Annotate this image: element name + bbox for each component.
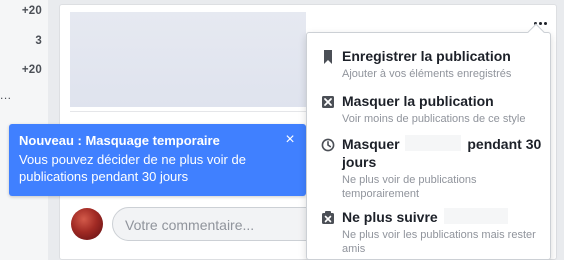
menu-item-unfollow[interactable]: Ne plus suivre Ne plus voir les publicat… xyxy=(307,208,550,258)
menu-item-description: Ne plus voir de publications temporairem… xyxy=(342,174,477,200)
menu-item-save-post[interactable]: Enregistrer la publication Ajouter à vos… xyxy=(307,47,550,83)
menu-item-title-start: Masquer xyxy=(342,136,400,152)
menu-item-description: Ajouter à vos éléments enregistrés xyxy=(342,68,512,80)
count-label: 3 xyxy=(35,35,42,47)
dot-icon xyxy=(543,21,547,25)
menu-item-title-start: Ne plus suivre xyxy=(342,209,438,225)
feature-tooltip: Nouveau : Masquage temporaire Vous pouve… xyxy=(9,124,315,196)
clock-icon xyxy=(321,138,335,152)
unfollow-icon xyxy=(322,211,334,224)
count-label: +20 xyxy=(21,5,42,17)
menu-item-title: Enregistrer la publication xyxy=(342,48,511,64)
post-options-menu: Enregistrer la publication Ajouter à vos… xyxy=(306,23,551,260)
menu-item-description: Ne plus voir les publications mais reste… xyxy=(342,229,536,255)
tooltip-body: Vous pouvez décider de ne plus voir de p… xyxy=(19,152,246,184)
close-icon[interactable]: × xyxy=(282,132,298,148)
post-image[interactable] xyxy=(70,12,306,107)
dot-icon xyxy=(538,21,542,25)
redacted-name xyxy=(405,135,462,151)
menu-item-title: Masquer la publication xyxy=(342,93,494,109)
menu-item-description: Voir moins de publications de ce style xyxy=(342,113,526,125)
redacted-name xyxy=(443,208,508,224)
menu-item-hide-post[interactable]: Masquer la publication Voir moins de pub… xyxy=(307,92,550,128)
more-indicator: ... xyxy=(0,88,12,102)
count-label: +20 xyxy=(21,64,42,76)
tooltip-title: Nouveau : Masquage temporaire xyxy=(19,133,220,148)
avatar[interactable] xyxy=(71,208,103,240)
menu-item-title: Ne plus suivre xyxy=(342,208,542,226)
hide-box-icon xyxy=(322,96,334,108)
menu-item-snooze[interactable]: Masquer pendant 30 jours Ne plus voir de… xyxy=(307,135,550,201)
bookmark-icon xyxy=(324,50,332,64)
menu-item-title: Masquer pendant 30 jours xyxy=(342,135,542,171)
